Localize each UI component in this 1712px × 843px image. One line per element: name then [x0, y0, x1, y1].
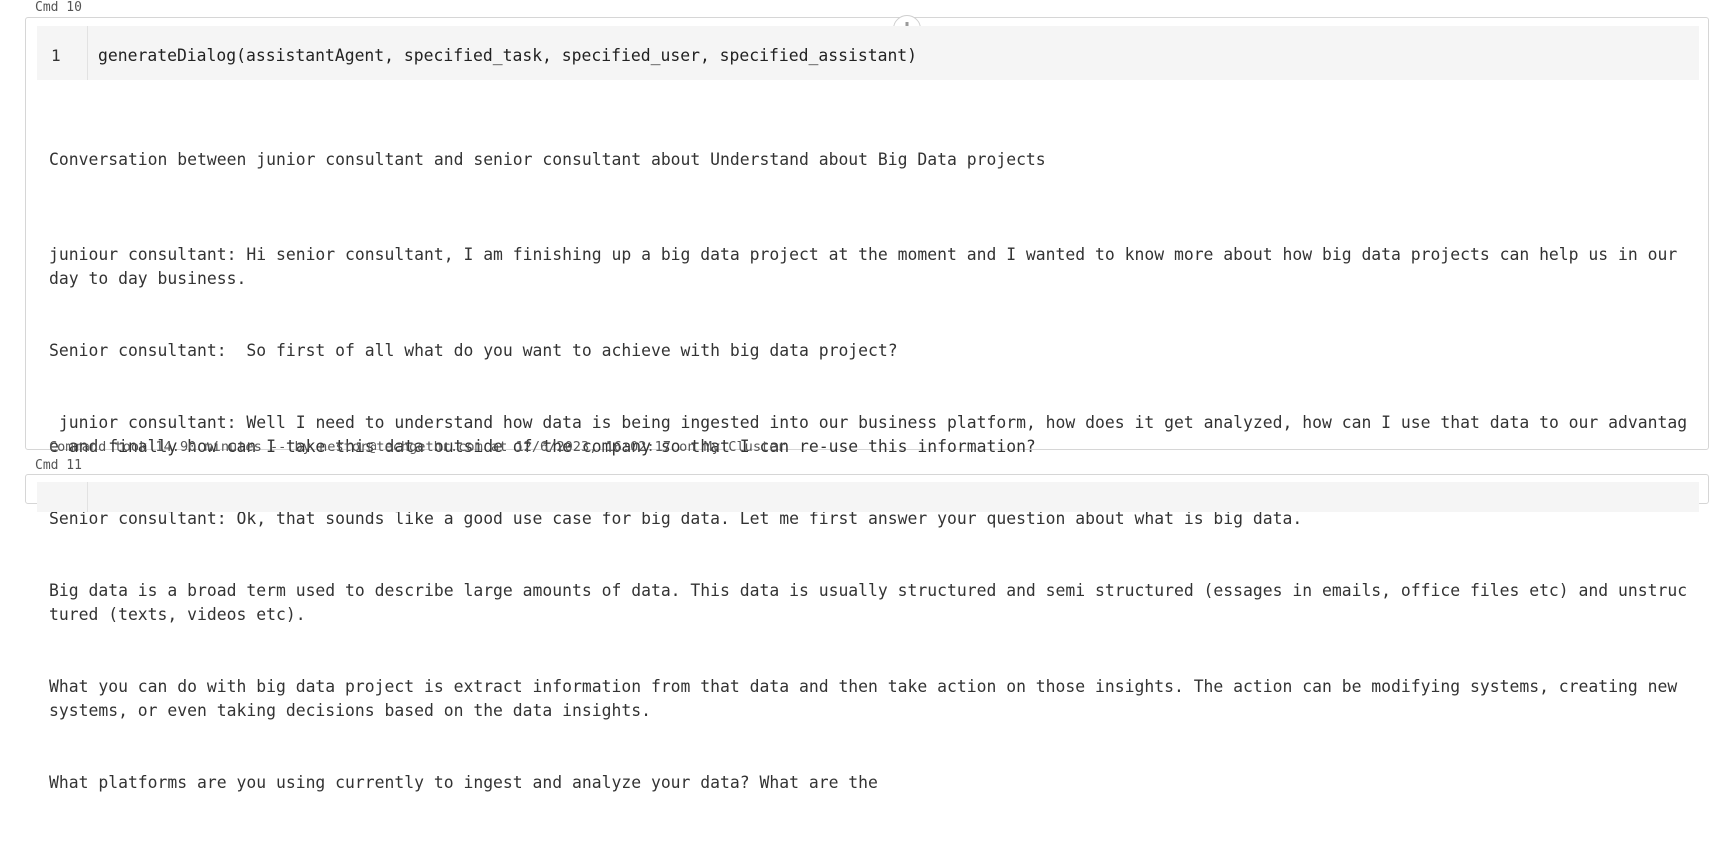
cell-label-cmd-10: Cmd 10 [35, 0, 82, 15]
output-line: Big data is a broad term used to describ… [49, 581, 1688, 624]
cell-label-cmd-11: Cmd 11 [35, 458, 82, 473]
notebook-cell-cmd-11[interactable] [25, 474, 1709, 512]
output-heading: Conversation between junior consultant a… [49, 150, 1046, 169]
code-editor[interactable]: 1 generateDialog(assistantAgent, specifi… [37, 26, 1699, 80]
cell-output: Conversation between junior consultant a… [49, 100, 1695, 843]
code-line[interactable]: generateDialog(assistantAgent, specified… [98, 47, 917, 65]
output-line: Senior consultant: So first of all what … [49, 341, 898, 360]
output-line: juniour consultant: Hi senior consultant… [49, 245, 1688, 288]
command-status: Command took 14.90 minutes -- by nestor@… [49, 439, 786, 455]
line-number-gutter [37, 482, 88, 512]
notebook-cell-cmd-10[interactable]: 1 generateDialog(assistantAgent, specifi… [25, 15, 1709, 792]
code-editor[interactable] [37, 482, 1699, 512]
output-line: What you can do with big data project is… [49, 677, 1688, 720]
line-number-gutter: 1 [37, 26, 88, 80]
line-number: 1 [51, 46, 61, 65]
output-line: What platforms are you using currently t… [49, 773, 878, 792]
